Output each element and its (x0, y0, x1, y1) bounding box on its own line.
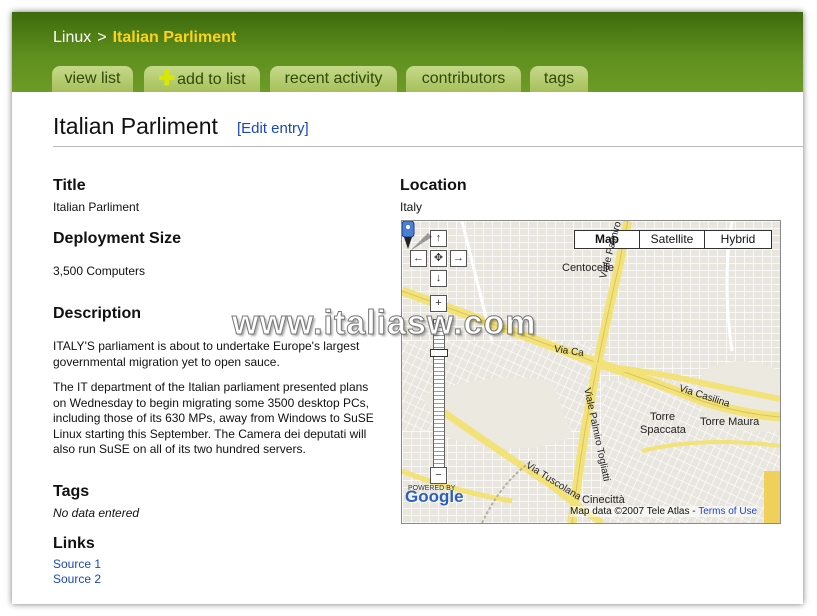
attribution-text: Map data ©2007 Tele Atlas - (570, 506, 696, 517)
terms-of-use-link[interactable]: Terms of Use (698, 506, 757, 517)
place-label: Torre (650, 411, 676, 423)
location-map[interactable]: Map Satellite Hybrid ↑ ← ✥ → ↓ + − Cento… (401, 220, 781, 524)
title-divider (53, 146, 803, 147)
place-label: Torre Maura (700, 416, 760, 428)
plus-icon: ✚ (158, 68, 176, 90)
tab-contributors[interactable]: contributors (406, 66, 521, 92)
tab-add-to-list[interactable]: ✚ add to list (144, 66, 260, 92)
tags-value: No data entered (53, 506, 140, 520)
zoom-slider-handle[interactable] (430, 349, 448, 357)
tab-view-list[interactable]: view list (52, 66, 133, 92)
place-label: Cinecittà (582, 494, 625, 506)
tab-tags[interactable]: tags (530, 66, 588, 92)
tab-label: contributors (421, 70, 506, 87)
place-label: Spaccata (640, 424, 686, 436)
tab-label: view list (64, 70, 121, 87)
page-title: Italian Parliment (53, 113, 218, 139)
edit-entry-link[interactable]: [Edit entry] (237, 120, 309, 137)
description-heading: Description (53, 305, 142, 322)
tab-label: tags (543, 70, 575, 87)
map-attribution: Map data ©2007 Tele Atlas - Terms of Use (570, 506, 758, 517)
map-type-satellite-button[interactable]: Satellite (639, 230, 705, 249)
breadcrumb-parent-link[interactable]: Linux (53, 29, 91, 46)
map-marker-icon[interactable] (402, 221, 442, 261)
site-header: Linux > Italian Parliment view list ✚ add t… (12, 12, 803, 92)
zoom-out-icon[interactable]: − (430, 467, 447, 484)
breadcrumb-separator: > (97, 29, 107, 46)
location-value: Italy (400, 200, 423, 214)
tab-label: add to list (177, 71, 246, 88)
source-1-link[interactable]: Source 1 (53, 557, 101, 571)
breadcrumb-current: Italian Parliment (112, 29, 237, 46)
pan-down-icon[interactable]: ↓ (430, 270, 447, 287)
deployment-size-heading: Deployment Size (53, 230, 182, 247)
tab-recent-activity[interactable]: recent activity (270, 66, 397, 92)
source-2-link[interactable]: Source 2 (53, 572, 101, 586)
tab-label: recent activity (284, 70, 383, 87)
map-type-hybrid-button[interactable]: Hybrid (704, 230, 772, 249)
pan-right-icon[interactable]: → (450, 250, 467, 267)
google-logo[interactable]: Google (405, 487, 464, 507)
watermark: www.italiasw.com (231, 304, 537, 343)
page-frame: Linux > Italian Parliment view list ✚ add t… (12, 12, 803, 604)
title-value: Italian Parliment (53, 200, 140, 214)
links-heading: Links (53, 535, 95, 552)
tags-heading: Tags (53, 483, 90, 500)
location-heading: Location (400, 177, 467, 194)
deployment-size-value: 3,500 Computers (53, 264, 146, 278)
breadcrumb: Linux > Italian Parliment (53, 29, 236, 47)
description-paragraph-2: The IT department of the Italian parliam… (53, 380, 374, 456)
description-paragraph-1: ITALY'S parliament is about to undertake… (53, 339, 360, 369)
title-heading: Title (53, 177, 86, 194)
